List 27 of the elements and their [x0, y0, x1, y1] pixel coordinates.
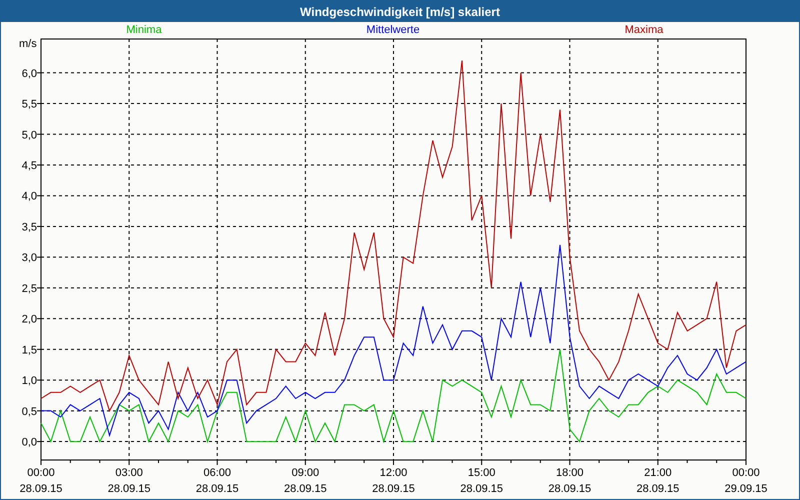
y-tick-label: 1,5: [22, 344, 37, 356]
legend-label: Mittelwerte: [366, 24, 420, 36]
x-tick-label: 15:00 28.09.15: [460, 467, 504, 495]
y-tick-label: 4,5: [22, 160, 37, 172]
y-axis-unit: m/s: [19, 38, 37, 50]
y-tick-label: 5,0: [22, 129, 37, 142]
x-tick-label: 06:00 28.09.15: [196, 467, 239, 495]
x-tick-label: 00:00 29.09.15: [724, 467, 768, 495]
x-tick-label: 12:00 28.09.15: [372, 467, 415, 495]
y-tick-label: 6,0: [22, 68, 37, 80]
y-tick-label: 0,0: [22, 436, 37, 449]
y-tick-label: 5,5: [22, 98, 37, 111]
x-tick-label: 21:00 28.09.15: [636, 467, 680, 495]
x-tick-label: 00:00 28.09.15: [20, 467, 62, 495]
y-tick-label: 2,0: [22, 314, 37, 326]
window-title: Windgeschwindigkeit [m/s] skaliert: [1, 1, 799, 22]
x-tick-label: 18:00 28.09.15: [548, 467, 592, 495]
y-tick-label: 1,0: [22, 375, 37, 388]
x-tick-label: 09:00 28.09.15: [284, 467, 327, 495]
x-tick-label: 03:00 28.09.15: [108, 467, 151, 495]
y-tick-label: 3,0: [22, 252, 37, 264]
y-tick-label: 3,5: [22, 221, 37, 234]
y-tick-label: 2,5: [22, 282, 37, 295]
y-tick-label: 0,5: [22, 406, 37, 418]
legend-label: Maxima: [624, 24, 664, 36]
y-tick-label: 4,0: [22, 190, 37, 203]
legend-label: Minima: [126, 24, 162, 36]
